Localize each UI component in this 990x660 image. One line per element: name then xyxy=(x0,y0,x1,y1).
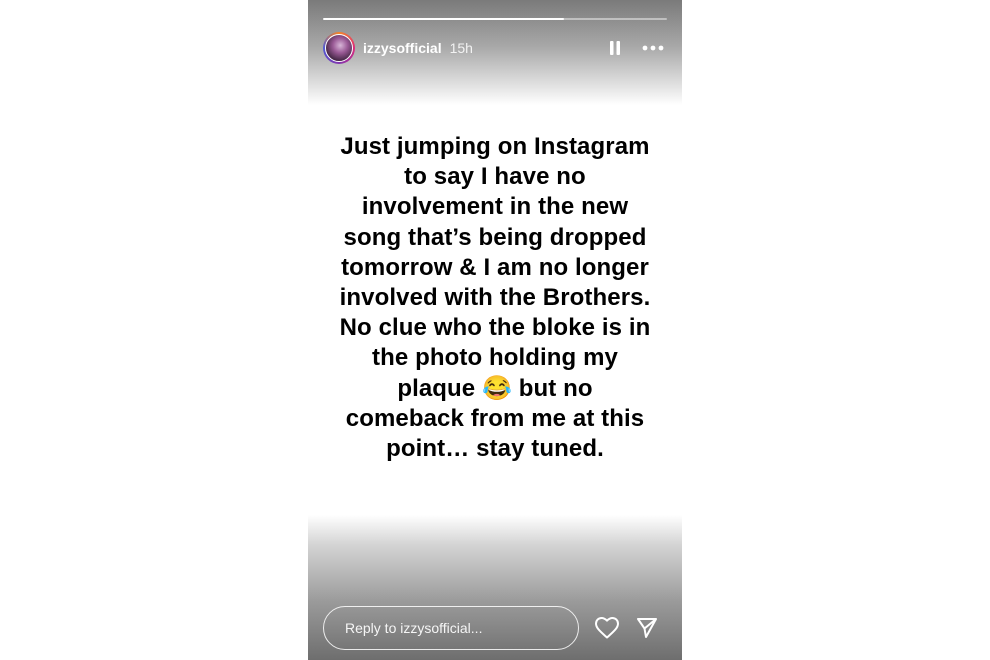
story-viewer[interactable]: izzysofficial 15h Just jumping on Instag… xyxy=(308,0,682,660)
story-progress-fill xyxy=(323,18,564,20)
heart-icon[interactable] xyxy=(593,614,621,642)
pause-icon[interactable] xyxy=(603,36,627,60)
story-progress-bar xyxy=(323,18,667,20)
reply-input[interactable] xyxy=(323,606,579,650)
avatar[interactable] xyxy=(323,32,355,64)
story-header: izzysofficial 15h xyxy=(323,31,667,65)
more-options-icon[interactable] xyxy=(639,36,667,60)
send-icon[interactable] xyxy=(633,614,661,642)
username[interactable]: izzysofficial xyxy=(363,40,442,56)
post-time: 15h xyxy=(449,40,473,56)
avatar-image xyxy=(325,34,353,62)
reply-bar xyxy=(323,606,667,650)
story-text: Just jumping on Instagram to say I have … xyxy=(339,133,651,463)
